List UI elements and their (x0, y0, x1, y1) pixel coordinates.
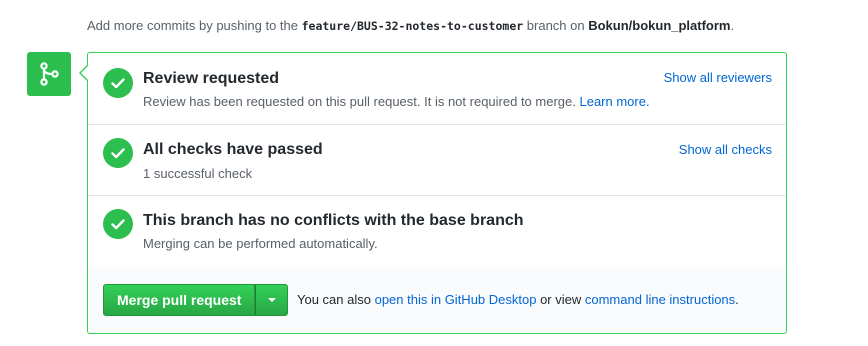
check-icon (103, 138, 133, 168)
merge-section: Merge pull request You can also open thi… (88, 267, 786, 333)
review-section: Review requested Review has been request… (88, 53, 786, 125)
checks-description: 1 successful check (143, 166, 253, 181)
push-middle: branch on (523, 18, 589, 33)
push-instructions: Add more commits by pushing to the featu… (87, 18, 734, 33)
merge-options-dropdown[interactable] (255, 284, 289, 316)
git-merge-badge (27, 52, 71, 96)
learn-more-link[interactable]: Learn more. (579, 94, 649, 109)
checks-title: All checks have passed (143, 141, 323, 158)
check-icon (103, 209, 133, 239)
git-merge-icon (40, 62, 59, 86)
command-line-instructions-link[interactable]: command line instructions (585, 292, 735, 307)
push-suffix: . (730, 18, 735, 33)
alt-suffix: . (735, 292, 739, 307)
review-title: Review requested (143, 70, 280, 87)
merge-alternatives: You can also open this in GitHub Desktop… (297, 292, 739, 307)
review-description: Review has been requested on this pull r… (143, 94, 650, 109)
repo-name: Bokun/bokun_platform (588, 18, 731, 33)
show-all-reviewers-link[interactable]: Show all reviewers (664, 70, 772, 85)
show-all-checks-link[interactable]: Show all checks (679, 142, 772, 157)
conflicts-description: Merging can be performed automatically. (143, 236, 378, 251)
check-icon (103, 68, 133, 98)
caret-down-icon (267, 298, 276, 302)
github-desktop-link[interactable]: open this in GitHub Desktop (375, 292, 537, 307)
merge-button-group: Merge pull request (103, 284, 289, 316)
branch-name: feature/BUS-32-notes-to-customer (301, 19, 524, 33)
conflicts-title: This branch has no conflicts with the ba… (143, 212, 524, 229)
merge-status-box: Review requested Review has been request… (79, 52, 787, 334)
alt-prefix: You can also (297, 292, 375, 307)
push-prefix: Add more commits by pushing to the (87, 18, 302, 33)
merge-pull-request-button[interactable]: Merge pull request (103, 284, 256, 316)
checks-section: All checks have passed 1 successful chec… (88, 124, 786, 196)
alt-middle: or view (536, 292, 585, 307)
review-description-text: Review has been requested on this pull r… (143, 94, 580, 109)
conflicts-section: This branch has no conflicts with the ba… (88, 195, 786, 268)
